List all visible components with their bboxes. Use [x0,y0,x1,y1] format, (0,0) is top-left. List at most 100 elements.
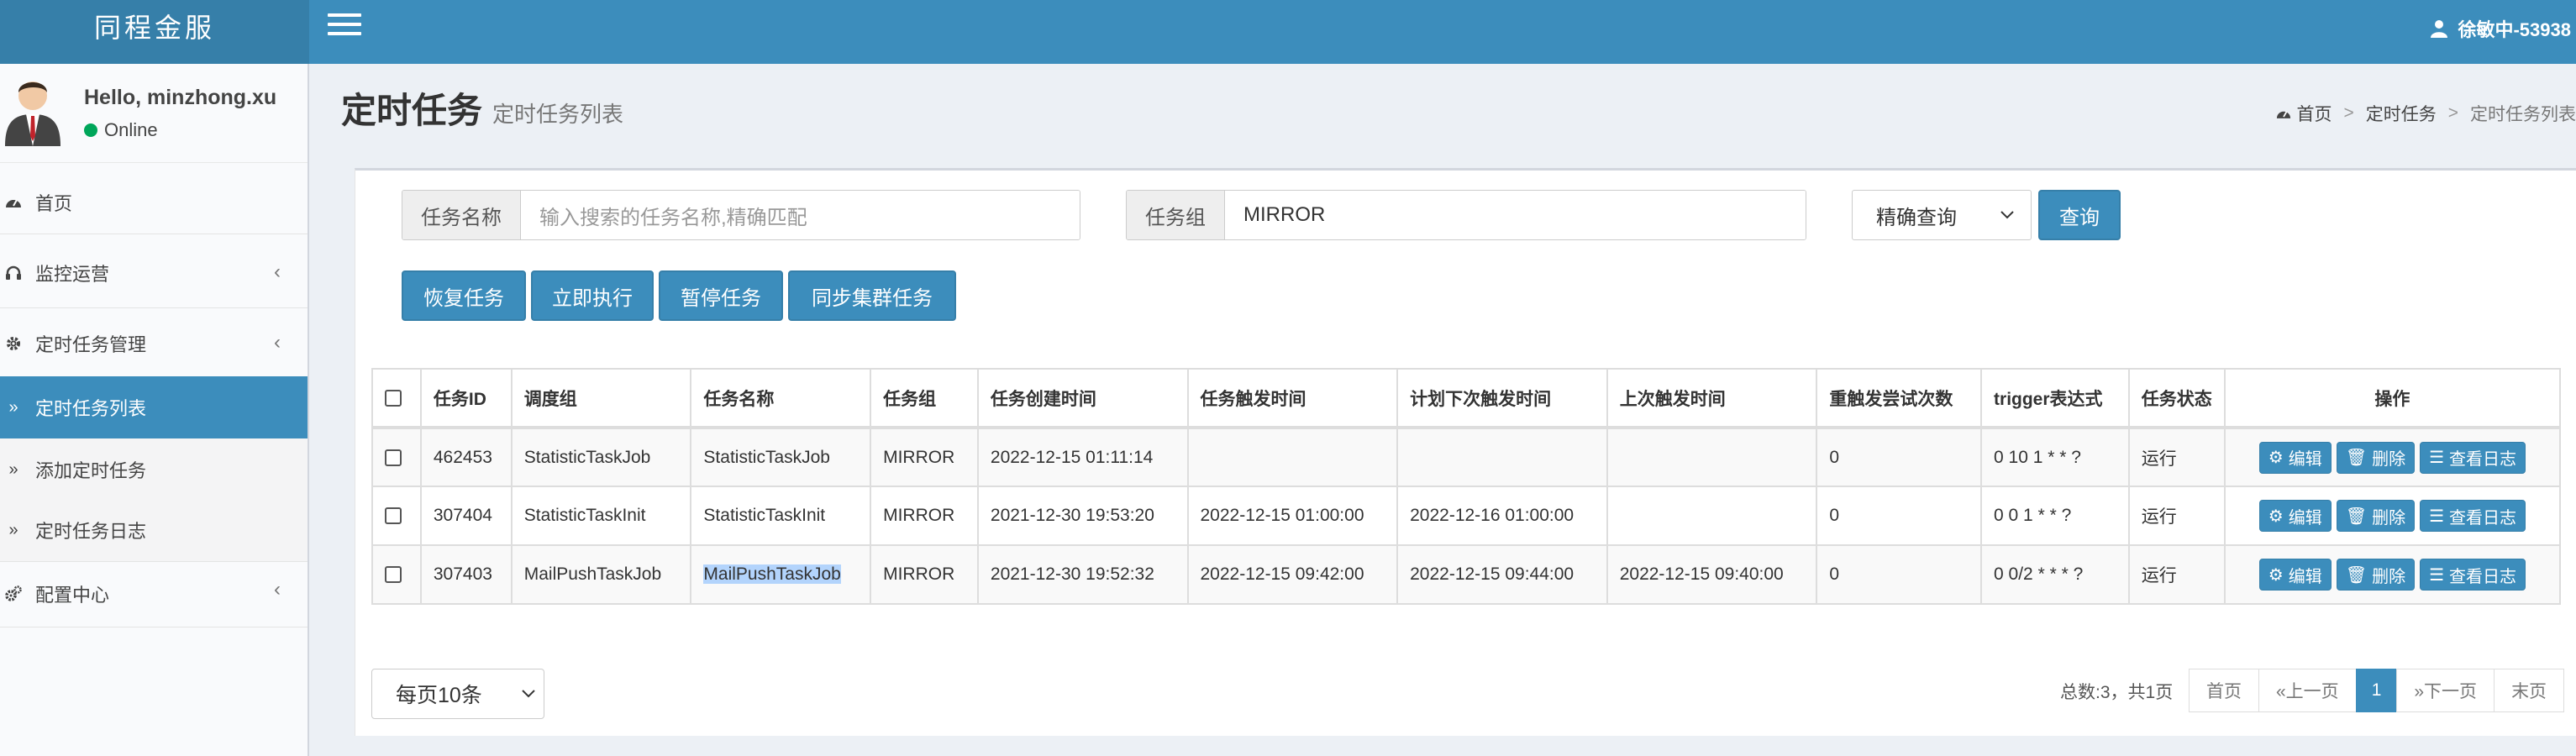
column-header: 重触发尝试次数 [1816,368,1983,428]
cell-trigger: 0 0/2 * * * ? [1980,544,2130,605]
pagination: 首页 «上一页 1 »下一页 末页 [2189,669,2565,712]
column-header: trigger表达式 [1980,368,2130,428]
pager-last[interactable]: 末页 [2494,669,2565,712]
page-size-select[interactable]: 每页10条 [371,669,544,719]
task-group-search: 任务组 MIRROR [1126,190,1806,240]
cell-status: 运行 [2127,486,2226,546]
pause-task-button[interactable]: 暂停任务 [659,270,783,321]
double-chevron-icon: » [8,520,18,539]
list-icon: ☰ [2429,565,2445,585]
sidebar-item-label: 定时任务日志 [35,521,147,542]
column-header: 操作 [2223,368,2562,428]
row-checkbox[interactable] [385,566,402,584]
headset-icon [3,265,24,281]
gear-icon: ⚙ [2268,565,2284,585]
sidebar-item-job-list[interactable]: » 定时任务列表 [0,376,308,438]
selected-text: MailPushTaskJob [703,564,841,584]
row-checkbox[interactable] [385,449,402,466]
task-group-label: 任务组 [1127,191,1225,239]
page-title: 定时任务 [341,91,483,130]
online-status: Online [84,119,158,141]
view-log-button[interactable]: ☰ 查看日志 [2420,559,2526,591]
sidebar-item-job-log[interactable]: » 定时任务日志 [0,499,308,561]
breadcrumb-home[interactable]: 首页 [2276,101,2332,126]
cell-fire-time: 2022-12-15 01:00:00 [1186,486,1399,546]
chevron-down-icon [522,690,535,698]
sidebar-item-label: 添加定时任务 [35,460,147,481]
cell-sched-group: MailPushTaskJob [510,544,692,605]
edit-button[interactable]: ⚙ 编辑 [2258,500,2332,532]
sidebar-item-add-job[interactable]: » 添加定时任务 [0,438,308,501]
cell-prev-fire: 2022-12-15 09:40:00 [1606,544,1818,605]
cell-retries: 0 [1816,544,1983,605]
current-user-name: 徐敏中-53938 [2458,19,2571,40]
list-icon: ☰ [2429,507,2445,526]
cell-sched-group: StatisticTaskInit [510,486,692,546]
row-checkbox[interactable] [385,507,402,525]
trash-icon: 🗑 [2345,449,2368,467]
edit-button[interactable]: ⚙ 编辑 [2258,559,2332,591]
pager-prev[interactable]: «上一页 [2258,669,2357,712]
cell-retries: 0 [1816,427,1983,487]
sidebar-item-label: 定时任务列表 [35,398,147,419]
sidebar-item-monitoring[interactable]: 监控运营 ‹ [0,242,308,304]
cell-retries: 0 [1816,486,1983,546]
cell-prev-fire [1606,427,1818,487]
avatar [5,81,60,146]
column-header: 任务ID [419,368,513,428]
query-button[interactable]: 查询 [2038,190,2121,240]
pager-current[interactable]: 1 [2355,669,2398,712]
run-now-button[interactable]: 立即执行 [531,270,654,321]
cell-prev-fire [1606,486,1818,546]
gear-icon: ⚙ [2268,449,2284,467]
edit-button[interactable]: ⚙ 编辑 [2258,441,2332,474]
pager-next[interactable]: »下一页 [2396,669,2495,712]
breadcrumb-current: 定时任务列表 [2470,105,2576,124]
cell-next-fire: 2022-12-16 01:00:00 [1396,486,1608,546]
cell-status: 运行 [2127,544,2226,605]
delete-button[interactable]: 🗑 删除 [2336,559,2416,591]
table-row: 307404 StatisticTaskInit StatisticTaskIn… [371,486,2562,546]
cell-task-id: 307403 [419,544,513,605]
sidebar-item-job-management[interactable]: 定时任务管理 ‹ [0,312,308,375]
task-name-input[interactable]: 输入搜索的任务名称,精确匹配 [521,191,1080,239]
sidebar-item-config-center[interactable]: 配置中心 ‹ [0,559,308,628]
column-header: 调度组 [510,368,692,428]
cell-task-group: MIRROR [870,486,979,546]
column-header: 任务组 [870,368,979,428]
user-menu[interactable]: 徐敏中-53938 [2431,15,2571,42]
gear-icon [3,336,24,351]
menu-toggle-icon[interactable] [328,13,361,39]
view-log-button[interactable]: ☰ 查看日志 [2420,441,2526,474]
double-chevron-icon: » [8,397,18,417]
task-group-input[interactable]: MIRROR [1225,191,1806,239]
breadcrumb: 首页 > 定时任务 > 定时任务列表 [2276,101,2576,126]
user-panel: Hello, minzhong.xu Online [0,64,308,163]
cell-trigger: 0 10 1 * * ? [1980,427,2130,487]
select-all-checkbox[interactable] [385,389,402,407]
list-icon: ☰ [2429,449,2445,467]
gears-icon [3,585,24,602]
sidebar-item-home[interactable]: 首页 [0,171,308,234]
cell-task-name: StatisticTaskInit [690,486,872,546]
column-header: 任务触发时间 [1186,368,1399,428]
status-dot-icon [84,123,97,137]
delete-button[interactable]: 🗑 删除 [2336,500,2416,532]
top-navbar: 同程金服 徐敏中-53938 [0,0,2576,64]
cell-status: 运行 [2127,427,2226,487]
cell-created: 2021-12-30 19:52:32 [976,544,1189,605]
breadcrumb-level1[interactable]: 定时任务 [2366,101,2437,126]
sidebar: Hello, minzhong.xu Online 首页 监控运营 ‹ 定时任务… [0,64,309,756]
select-all-cell [371,368,422,428]
pager-first[interactable]: 首页 [2189,669,2259,712]
app-logo[interactable]: 同程金服 [0,0,309,64]
cell-task-name: MailPushTaskJob [690,544,872,605]
resume-task-button[interactable]: 恢复任务 [402,270,526,321]
chevron-left-icon: ‹ [274,331,281,354]
query-mode-select[interactable]: 精确查询 [1852,190,2032,240]
cell-task-group: MIRROR [870,427,979,487]
sync-cluster-tasks-button[interactable]: 同步集群任务 [788,270,956,321]
view-log-button[interactable]: ☰ 查看日志 [2420,500,2526,532]
cell-fire-time [1186,427,1399,487]
delete-button[interactable]: 🗑 删除 [2336,441,2416,474]
